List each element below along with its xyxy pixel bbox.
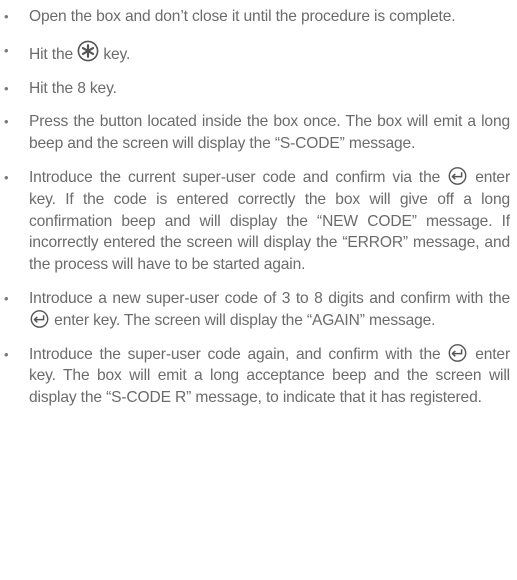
bullet: • bbox=[4, 346, 9, 362]
step-text: Open the box and don’t close it until th… bbox=[29, 8, 456, 25]
step-text-before: Introduce the super-user code again, and… bbox=[29, 345, 448, 363]
list-item: • Hit the key. bbox=[4, 40, 510, 66]
step-text-before: Introduce a new super-user code of 3 to … bbox=[29, 289, 510, 307]
step-text-before: Introduce the current super-user code an… bbox=[29, 168, 448, 186]
step-text: Hit the 8 key. bbox=[29, 79, 117, 97]
bullet: • bbox=[4, 169, 9, 185]
enter-key-icon bbox=[29, 309, 50, 328]
list-item: • Hit the 8 key. bbox=[4, 78, 510, 100]
enter-key-icon bbox=[447, 167, 468, 185]
bullet: • bbox=[4, 42, 9, 58]
list-item: • Introduce the current super-user code … bbox=[4, 167, 510, 276]
instruction-list: • Open the box and don’t close it until … bbox=[4, 6, 510, 421]
bullet: • bbox=[4, 9, 9, 24]
list-item: • Introduce the super-user code again, a… bbox=[4, 343, 510, 409]
list-item: • Open the box and don’t close it until … bbox=[4, 6, 510, 28]
list-item: • Press the button located inside the bo… bbox=[4, 111, 510, 155]
list-item: • Introduce a new super-user code of 3 t… bbox=[4, 288, 510, 332]
bullet: • bbox=[4, 290, 9, 306]
step-text: Press the button located inside the box … bbox=[29, 113, 510, 153]
step-text-before: Hit the bbox=[29, 45, 78, 63]
asterisk-key-icon bbox=[77, 40, 99, 62]
step-text-after: key. bbox=[99, 45, 131, 63]
enter-key-icon bbox=[447, 343, 468, 362]
bullet: • bbox=[4, 80, 9, 96]
bullet: • bbox=[4, 114, 9, 130]
step-text-after: enter key. The screen will display the “… bbox=[50, 311, 436, 329]
